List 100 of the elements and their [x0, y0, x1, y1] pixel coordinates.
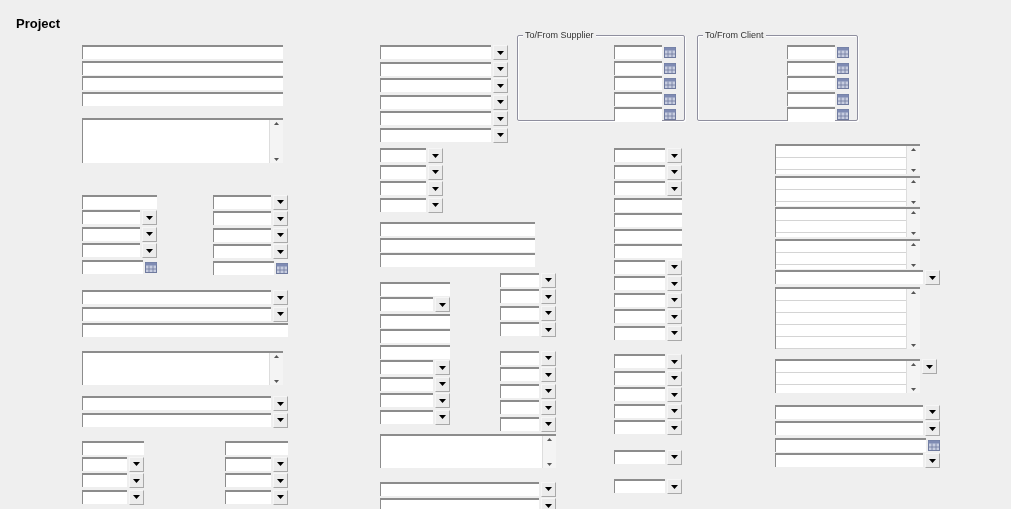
dropdown-button[interactable] — [667, 479, 682, 494]
date-field[interactable] — [614, 107, 662, 121]
dropdown-button[interactable] — [493, 94, 508, 110]
dropdown-field[interactable] — [500, 400, 539, 414]
date-field[interactable] — [213, 260, 274, 275]
dropdown-field[interactable] — [500, 272, 539, 287]
dropdown-button[interactable] — [129, 489, 144, 505]
dropdown-button[interactable] — [428, 181, 443, 196]
dropdown-button[interactable] — [667, 309, 682, 324]
dropdown-field[interactable] — [614, 325, 665, 340]
dropdown-button[interactable] — [142, 210, 157, 225]
scrollbar[interactable] — [269, 120, 283, 163]
dropdown-button[interactable] — [541, 272, 556, 288]
dropdown-button[interactable] — [541, 367, 556, 382]
dropdown-button[interactable] — [541, 416, 556, 432]
date-field[interactable] — [787, 91, 835, 106]
scrollbar[interactable] — [906, 361, 920, 393]
text-area[interactable] — [82, 350, 283, 385]
dropdown-field[interactable] — [213, 194, 271, 209]
scrollbar[interactable] — [269, 352, 283, 385]
dropdown-button[interactable] — [273, 211, 288, 226]
date-field[interactable] — [787, 107, 835, 121]
dropdown-button[interactable] — [435, 360, 450, 375]
scrollbar[interactable] — [906, 209, 920, 237]
dropdown-button[interactable] — [493, 45, 508, 60]
text-field[interactable] — [82, 76, 283, 90]
text-field[interactable] — [380, 237, 535, 252]
calendar-icon[interactable] — [837, 93, 849, 105]
dropdown-button[interactable] — [493, 78, 508, 93]
dropdown-button[interactable] — [541, 481, 556, 497]
dropdown-field[interactable] — [82, 243, 140, 257]
dropdown-button[interactable] — [541, 383, 556, 399]
calendar-icon[interactable] — [145, 261, 157, 273]
dropdown-field[interactable] — [380, 409, 433, 424]
dropdown-field[interactable] — [380, 481, 539, 496]
text-field[interactable] — [380, 281, 450, 296]
dropdown-field[interactable] — [775, 453, 923, 467]
dropdown-button[interactable] — [273, 412, 288, 428]
dropdown-field[interactable] — [614, 148, 665, 162]
dropdown-button[interactable] — [541, 400, 556, 415]
dropdown-button[interactable] — [922, 359, 937, 374]
calendar-icon[interactable] — [664, 47, 676, 58]
dropdown-field[interactable] — [500, 416, 539, 431]
text-field[interactable] — [614, 197, 682, 212]
dropdown-button[interactable] — [142, 243, 157, 258]
dropdown-button[interactable] — [493, 127, 508, 143]
dropdown-field[interactable] — [614, 259, 665, 274]
dropdown-field[interactable] — [614, 370, 665, 385]
text-field[interactable] — [82, 45, 283, 59]
dropdown-button[interactable] — [667, 276, 682, 291]
dropdown-button[interactable] — [667, 403, 682, 419]
dropdown-field[interactable] — [225, 456, 271, 471]
dropdown-field[interactable] — [500, 367, 539, 381]
dropdown-button[interactable] — [273, 473, 288, 488]
text-field[interactable] — [614, 213, 682, 227]
dropdown-button[interactable] — [493, 111, 508, 126]
dropdown-button[interactable] — [667, 164, 682, 180]
dropdown-button[interactable] — [667, 181, 682, 196]
dropdown-field[interactable] — [380, 376, 433, 391]
dropdown-button[interactable] — [428, 197, 443, 213]
dropdown-field[interactable] — [82, 396, 271, 410]
text-field[interactable] — [380, 344, 450, 359]
dropdown-field[interactable] — [380, 393, 433, 407]
dropdown-button[interactable] — [925, 453, 940, 468]
dropdown-field[interactable] — [82, 290, 271, 304]
dropdown-field[interactable] — [213, 211, 271, 225]
calendar-icon[interactable] — [664, 62, 676, 74]
text-field[interactable] — [380, 329, 450, 343]
dropdown-button[interactable] — [428, 164, 443, 180]
scrollbar[interactable] — [906, 177, 920, 206]
dropdown-field[interactable] — [614, 403, 665, 418]
calendar-icon[interactable] — [664, 109, 676, 120]
dropdown-field[interactable] — [380, 297, 433, 311]
text-field[interactable] — [614, 244, 682, 258]
text-field[interactable] — [82, 91, 283, 106]
dropdown-button[interactable] — [667, 420, 682, 435]
dropdown-button[interactable] — [273, 456, 288, 472]
dropdown-field[interactable] — [614, 354, 665, 368]
dropdown-field[interactable] — [775, 404, 923, 419]
calendar-icon[interactable] — [664, 93, 676, 105]
dropdown-field[interactable] — [614, 309, 665, 323]
date-field[interactable] — [775, 437, 926, 452]
dropdown-field[interactable] — [82, 210, 140, 224]
dropdown-button[interactable] — [541, 322, 556, 337]
dropdown-field[interactable] — [82, 473, 127, 487]
spin-list-field[interactable] — [775, 359, 920, 393]
dropdown-button[interactable] — [541, 289, 556, 304]
dropdown-field[interactable] — [614, 387, 665, 401]
date-field[interactable] — [614, 60, 662, 75]
dropdown-field[interactable] — [500, 322, 539, 336]
dropdown-button[interactable] — [667, 370, 682, 386]
dropdown-field[interactable] — [380, 360, 433, 374]
text-field[interactable] — [82, 60, 283, 75]
dropdown-button[interactable] — [435, 409, 450, 425]
dropdown-field[interactable] — [82, 306, 271, 321]
dropdown-field[interactable] — [380, 197, 426, 212]
dropdown-button[interactable] — [925, 421, 940, 436]
calendar-icon[interactable] — [664, 78, 676, 89]
dropdown-field[interactable] — [82, 489, 127, 504]
dropdown-button[interactable] — [667, 325, 682, 341]
